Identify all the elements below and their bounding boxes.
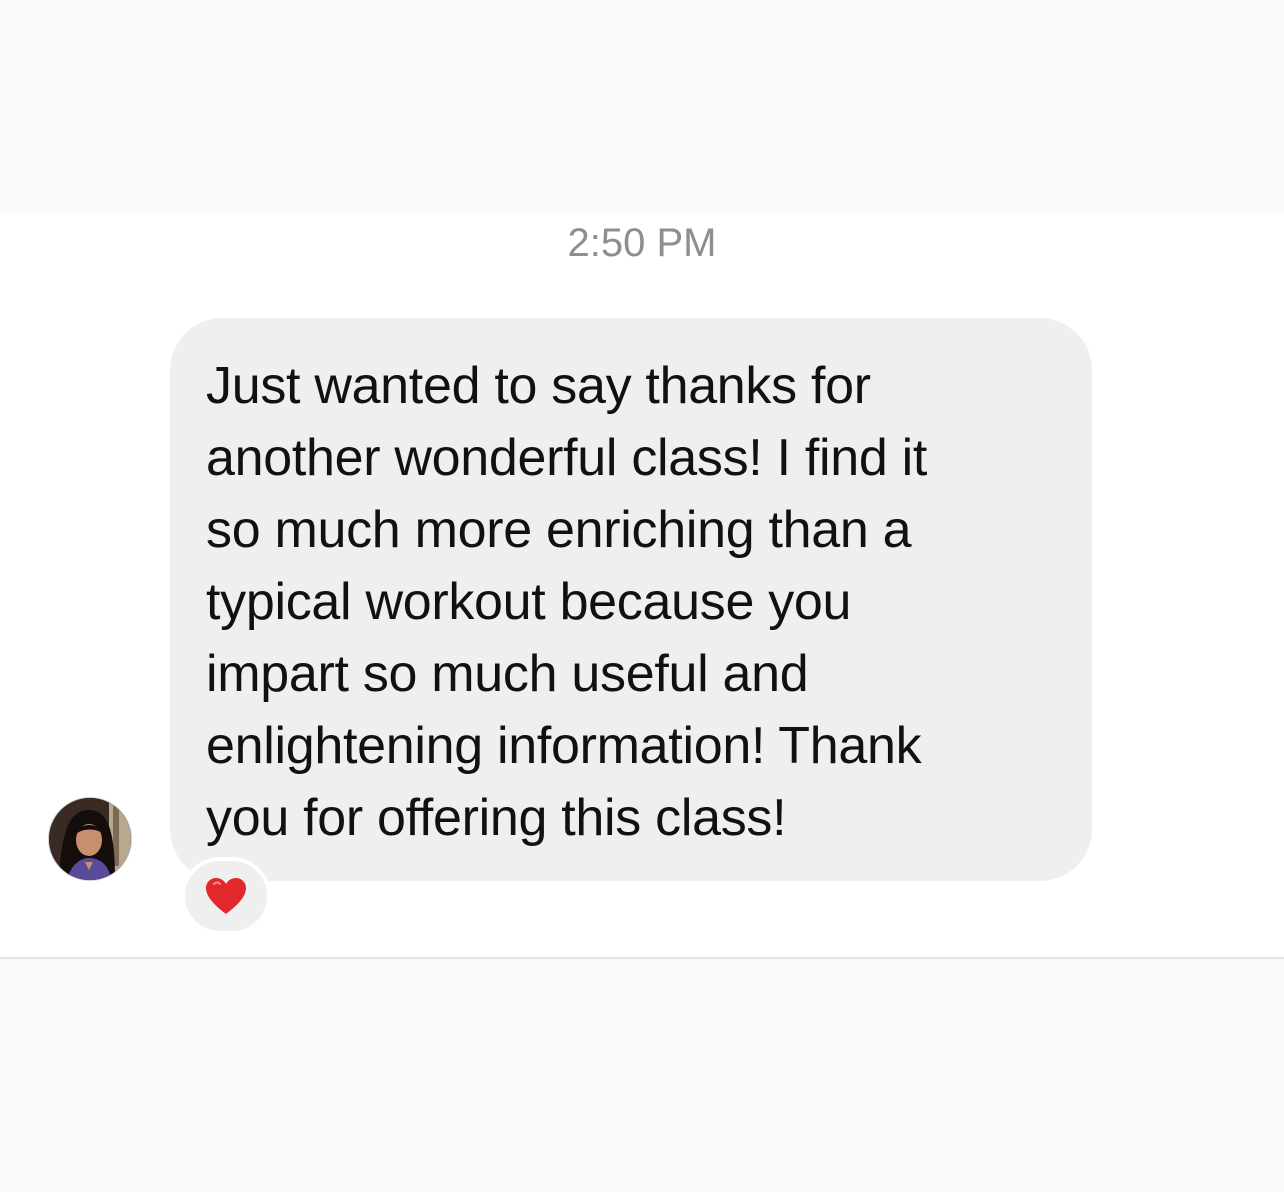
- reaction-badge[interactable]: [181, 857, 271, 935]
- message-text: Just wanted to say thanks for another wo…: [206, 357, 928, 847]
- heart-icon: [206, 878, 246, 914]
- avatar-image: [49, 798, 131, 880]
- avatar[interactable]: [48, 797, 132, 881]
- top-band: [0, 0, 1284, 212]
- message-bubble[interactable]: Just wanted to say thanks for another wo…: [170, 318, 1092, 881]
- message-timestamp: 2:50 PM: [567, 221, 717, 265]
- bottom-band: [0, 959, 1284, 1192]
